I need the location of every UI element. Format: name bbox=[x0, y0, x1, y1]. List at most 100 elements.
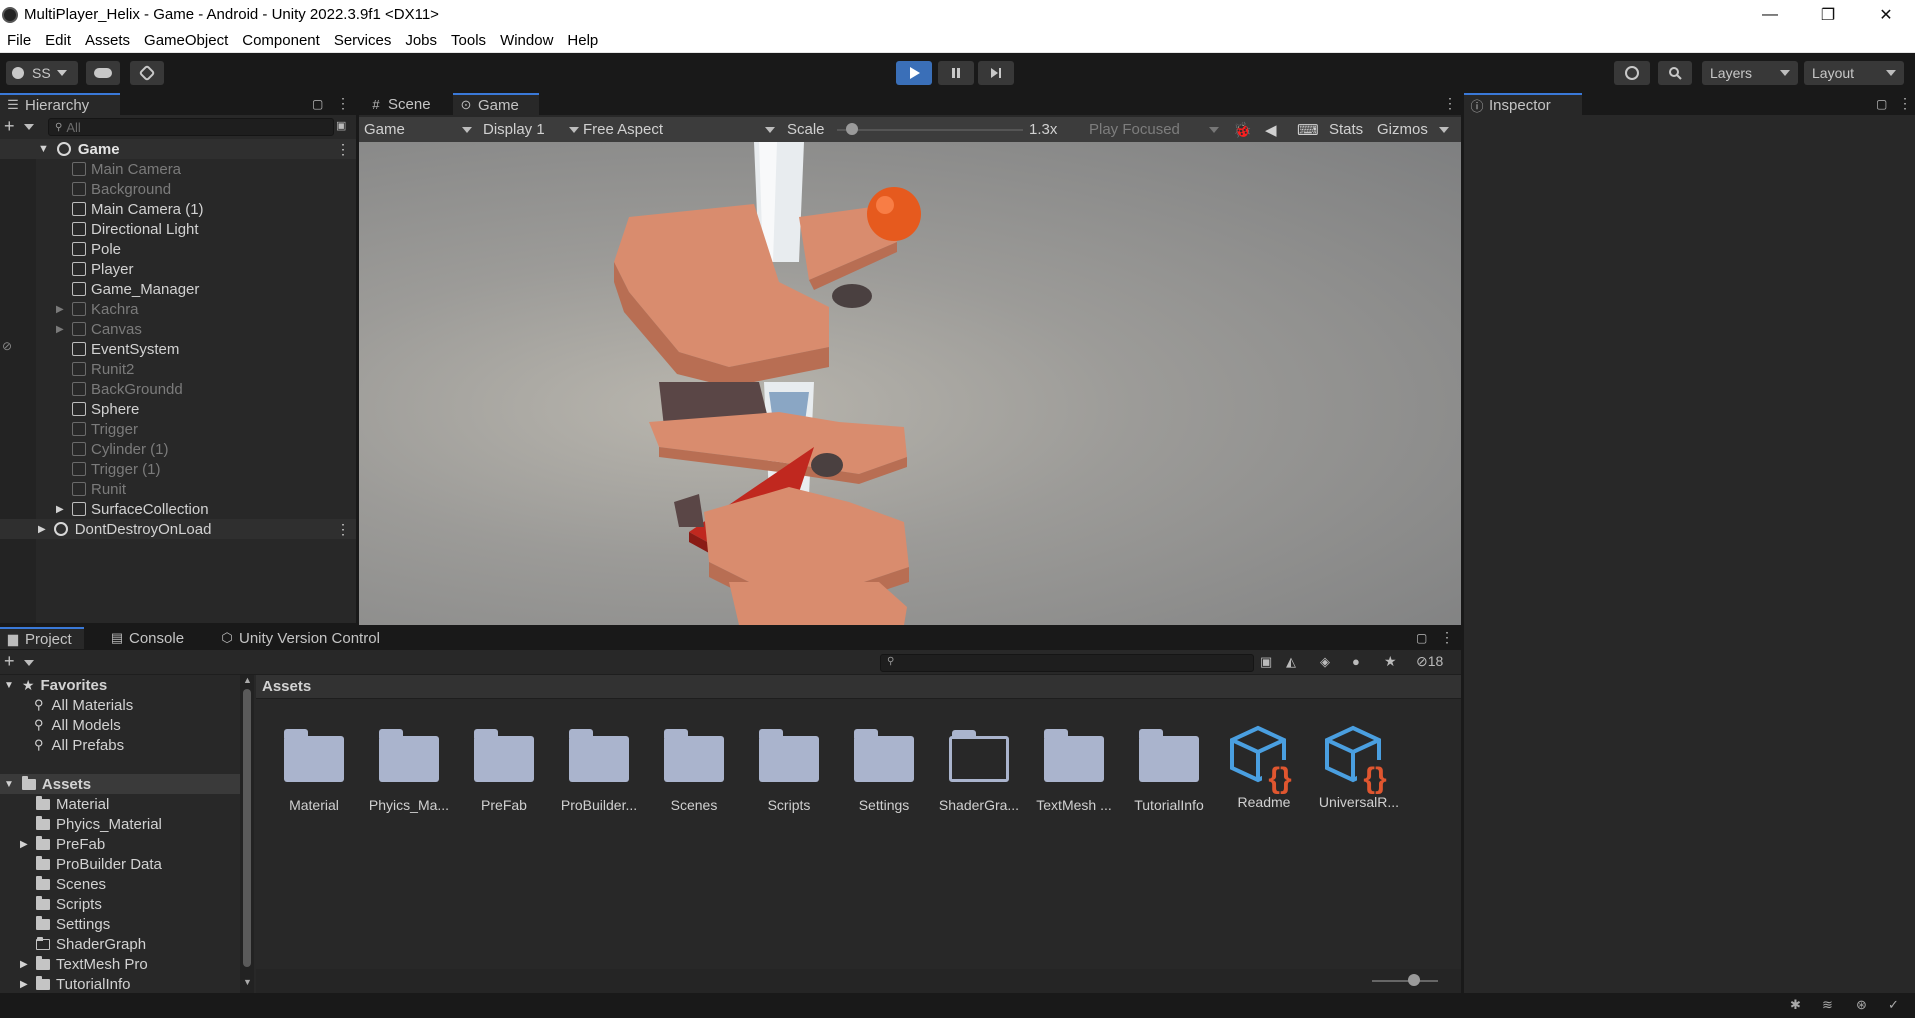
menu-component[interactable]: Component bbox=[235, 32, 327, 49]
project-tree-item[interactable]: Scripts bbox=[0, 894, 102, 914]
hidden-packages-toggle[interactable]: ⊘18 bbox=[1416, 653, 1443, 670]
keyboard-icon[interactable]: ⌨ bbox=[1297, 117, 1319, 142]
maximize-button[interactable]: ❐ bbox=[1799, 0, 1857, 29]
warning-filter-icon[interactable]: ● bbox=[1352, 654, 1360, 669]
display-dropdown[interactable]: Display 1 bbox=[483, 117, 579, 142]
expand-arrow-icon[interactable]: ▶ bbox=[20, 979, 36, 990]
asset-item[interactable]: ShaderGra... bbox=[933, 722, 1025, 817]
check-icon[interactable]: ✓ bbox=[1888, 997, 1899, 1013]
type-filter-icon[interactable]: ◭ bbox=[1286, 654, 1296, 670]
hierarchy-item[interactable]: Background bbox=[0, 179, 356, 199]
menu-window[interactable]: Window bbox=[493, 32, 560, 49]
gizmos-button[interactable]: Gizmos bbox=[1377, 117, 1428, 142]
add-icon[interactable]: + bbox=[4, 651, 15, 672]
hierarchy-item[interactable]: Trigger (1) bbox=[0, 459, 356, 479]
project-tree-item[interactable]: Settings bbox=[0, 914, 110, 934]
project-tree-item[interactable]: ▶ PreFab bbox=[0, 834, 105, 854]
assets-root-row[interactable]: ▼ Assets bbox=[0, 774, 240, 794]
tab-hierarchy[interactable]: ☰ Hierarchy bbox=[0, 93, 120, 115]
hierarchy-scene-row[interactable]: ▼ Game ⋮ bbox=[0, 139, 356, 159]
tab-game[interactable]: ⊙ Game bbox=[453, 93, 539, 115]
project-tree-item[interactable]: Scenes bbox=[0, 874, 106, 894]
stats-button[interactable]: Stats bbox=[1329, 117, 1363, 142]
audio-icon[interactable]: ◀︎ bbox=[1265, 117, 1277, 142]
lock-icon[interactable]: ▢ bbox=[1876, 97, 1887, 111]
favorite-item[interactable]: ⚲ All Materials bbox=[34, 695, 133, 715]
asset-item[interactable]: Material bbox=[268, 722, 360, 817]
game-mode-dropdown[interactable]: Game bbox=[364, 117, 472, 142]
hierarchy-item[interactable]: Game_Manager bbox=[0, 279, 356, 299]
asset-item[interactable]: PreFab bbox=[458, 722, 550, 817]
tree-scrollbar[interactable]: ▲ ▼ bbox=[240, 675, 254, 993]
project-tree-item[interactable]: ▶ TextMesh Pro bbox=[0, 954, 148, 974]
tab-console[interactable]: ▤ Console bbox=[104, 627, 194, 649]
hierarchy-item[interactable]: Pole bbox=[0, 239, 356, 259]
undo-history-button[interactable] bbox=[1614, 61, 1650, 85]
hierarchy-item[interactable]: Cylinder (1) bbox=[0, 439, 356, 459]
asset-item[interactable]: Phyics_Ma... bbox=[363, 722, 455, 817]
play-focused-dropdown[interactable]: Play Focused bbox=[1089, 117, 1219, 142]
add-icon[interactable]: + bbox=[4, 116, 15, 137]
asset-item[interactable]: Scripts bbox=[743, 722, 835, 817]
pause-button[interactable] bbox=[938, 61, 974, 85]
hierarchy-item[interactable]: EventSystem bbox=[0, 339, 356, 359]
gizmos-dropdown[interactable] bbox=[1439, 117, 1449, 142]
scroll-up-icon[interactable]: ▲ bbox=[243, 675, 252, 685]
hierarchy-item[interactable]: Main Camera (1) bbox=[0, 199, 356, 219]
tab-project[interactable]: ▆ Project bbox=[0, 627, 84, 649]
asset-item[interactable]: TutorialInfo bbox=[1123, 722, 1215, 817]
lock-icon[interactable]: ▢ bbox=[312, 97, 323, 111]
project-tree-item[interactable]: ShaderGraph bbox=[0, 934, 146, 954]
expand-arrow-icon[interactable]: ▶ bbox=[56, 504, 72, 515]
asset-item[interactable]: Scenes bbox=[648, 722, 740, 817]
project-tree-item[interactable]: Phyics_Material bbox=[0, 814, 162, 834]
menu-help[interactable]: Help bbox=[560, 32, 605, 49]
collab-settings-button[interactable] bbox=[130, 61, 164, 85]
asset-item[interactable]: {} UniversalR... bbox=[1313, 722, 1405, 817]
scale-slider[interactable] bbox=[837, 117, 1023, 142]
lock-icon[interactable]: ▢ bbox=[1416, 631, 1427, 645]
asset-item[interactable]: Settings bbox=[838, 722, 930, 817]
favorite-item[interactable]: ⚲ All Prefabs bbox=[34, 735, 124, 755]
cloud-button[interactable] bbox=[86, 61, 120, 85]
debug-icon[interactable]: ✱ bbox=[1790, 997, 1801, 1013]
more-options-icon[interactable]: ⋮ bbox=[336, 141, 350, 158]
search-button[interactable] bbox=[1658, 61, 1692, 85]
project-tree-item[interactable]: Material bbox=[0, 794, 109, 814]
hierarchy-dontdestroy-row[interactable]: ▶ DontDestroyOnLoad ⋮ bbox=[0, 519, 356, 539]
tab-inspector[interactable]: ⓘ Inspector bbox=[1464, 93, 1582, 115]
step-button[interactable] bbox=[978, 61, 1014, 85]
hierarchy-item[interactable]: ▶ Canvas bbox=[0, 319, 356, 339]
filter-icon[interactable]: ▣ bbox=[336, 119, 346, 132]
more-options-icon[interactable]: ⋮ bbox=[1440, 629, 1454, 646]
hierarchy-item[interactable]: Trigger bbox=[0, 419, 356, 439]
project-search-input[interactable]: ⚲ bbox=[880, 654, 1254, 672]
star-icon[interactable]: ★ bbox=[1384, 653, 1397, 670]
asset-item[interactable]: ProBuilder... bbox=[553, 722, 645, 817]
minimize-button[interactable]: — bbox=[1741, 0, 1799, 29]
layout-dropdown[interactable]: Layout bbox=[1804, 61, 1904, 85]
hierarchy-item[interactable]: Main Camera bbox=[0, 159, 356, 179]
tab-version-control[interactable]: ⬡ Unity Version Control bbox=[214, 627, 404, 649]
more-options-icon[interactable]: ⋮ bbox=[336, 521, 350, 538]
scrollbar-thumb[interactable] bbox=[243, 689, 251, 967]
expand-arrow-icon[interactable]: ▶ bbox=[38, 524, 46, 535]
chevron-down-icon[interactable] bbox=[24, 124, 34, 130]
more-options-icon[interactable]: ⋮ bbox=[336, 95, 350, 112]
hierarchy-item[interactable]: Sphere bbox=[0, 399, 356, 419]
expand-arrow-icon[interactable]: ▼ bbox=[38, 143, 49, 155]
asset-item[interactable]: TextMesh ... bbox=[1028, 722, 1120, 817]
scroll-down-icon[interactable]: ▼ bbox=[243, 977, 252, 987]
menu-gameobject[interactable]: GameObject bbox=[137, 32, 235, 49]
expand-arrow-icon[interactable]: ▼ bbox=[4, 779, 14, 790]
project-tree-item[interactable]: ProBuilder Data bbox=[0, 854, 162, 874]
search-filter-icon[interactable]: ▣ bbox=[1260, 654, 1272, 670]
bug-icon[interactable]: 🐞 bbox=[1233, 117, 1252, 142]
expand-arrow-icon[interactable]: ▶ bbox=[20, 839, 36, 850]
hierarchy-item[interactable]: ▶ SurfaceCollection bbox=[0, 499, 356, 519]
hierarchy-item[interactable]: Runit2 bbox=[0, 359, 356, 379]
menu-file[interactable]: File bbox=[0, 32, 38, 49]
hierarchy-item[interactable]: Player bbox=[0, 259, 356, 279]
project-tree-item[interactable]: ▶ TutorialInfo bbox=[0, 974, 130, 994]
game-viewport[interactable] bbox=[359, 142, 1461, 625]
